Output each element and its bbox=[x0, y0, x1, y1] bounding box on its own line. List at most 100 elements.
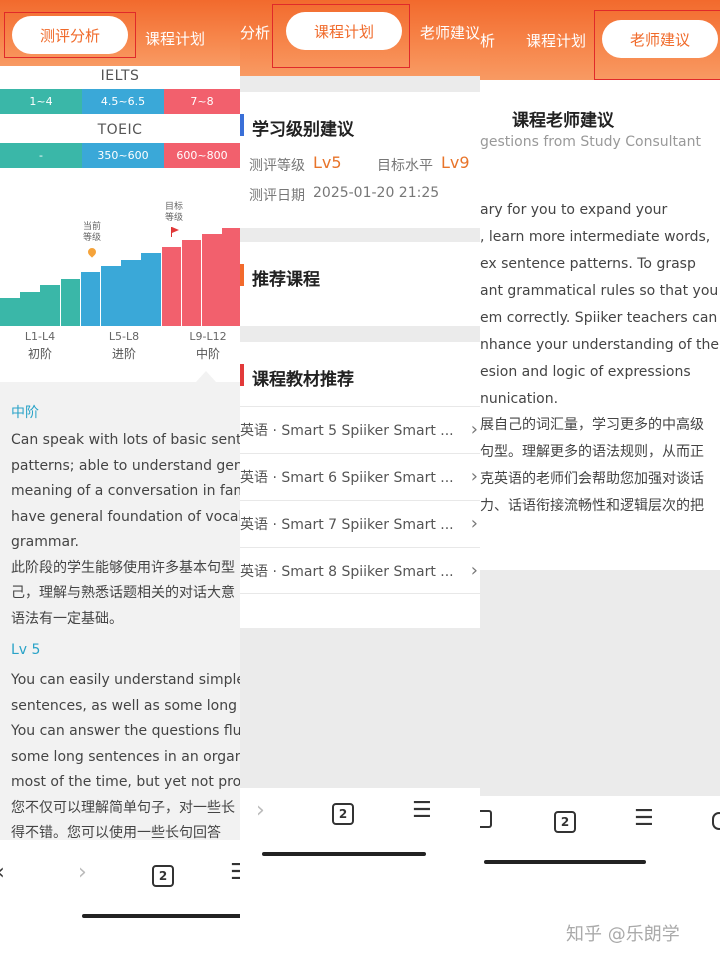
level-bar-12 bbox=[222, 227, 240, 326]
tab-course-plan[interactable]: 课程计划 bbox=[526, 30, 586, 51]
chevron-right-icon: › bbox=[470, 466, 478, 487]
level-bar-6 bbox=[101, 266, 121, 326]
description-heading-intermediate: 中阶 bbox=[11, 405, 39, 421]
advice-line: , learn more intermediate words, bbox=[480, 229, 711, 245]
ielts-title: IELTS bbox=[100, 68, 140, 84]
current-level-label: 测评等级 bbox=[249, 158, 305, 174]
advice-line: 句型。理解更多的语法规则，从而正 bbox=[480, 444, 704, 460]
highlight-box bbox=[4, 12, 136, 58]
tab-analysis[interactable]: 析 bbox=[480, 30, 495, 51]
home-indicator bbox=[82, 914, 240, 918]
teacher-advice-panel: 析 课程计划 老师建议 课程老师建议 gestions from Study C… bbox=[480, 0, 720, 960]
level-bar-3 bbox=[40, 285, 60, 326]
advice-line: ant grammatical rules so that you bbox=[480, 283, 719, 299]
tab-analysis[interactable]: 分析 bbox=[240, 22, 270, 43]
advice-line: nunication. bbox=[480, 391, 559, 407]
ielts-band-1: 1~4 bbox=[0, 89, 82, 114]
advice-line: esion and logic of expressions bbox=[480, 364, 691, 380]
header-tabs: 分析 课程计划 老师建议 bbox=[240, 0, 480, 76]
toeic-band-1: - bbox=[0, 143, 82, 168]
description-line: sentences, as well as some long s bbox=[11, 698, 240, 714]
teacher-advice-title: 课程老师建议 bbox=[512, 111, 614, 131]
more-icon[interactable] bbox=[712, 812, 720, 830]
level-bar-7 bbox=[121, 259, 141, 326]
level-bar-9 bbox=[161, 246, 182, 326]
description-line: most of the time, but yet not prof bbox=[11, 774, 240, 790]
level-bar-10 bbox=[181, 240, 202, 326]
textbook-item[interactable]: 英语 · Smart 5 Spiiker Smart ... › bbox=[240, 406, 480, 453]
level-label-2: 进阶 bbox=[111, 347, 136, 361]
toeic-bands: - 350~600 600~800 bbox=[0, 143, 240, 168]
description-line: grammar. bbox=[11, 534, 79, 550]
description-line: have general foundation of vocab bbox=[11, 509, 240, 525]
level-bar-1 bbox=[0, 298, 20, 326]
tab-teacher-advice[interactable]: 老师建议 bbox=[420, 22, 480, 43]
textbook-item[interactable]: 英语 · Smart 8 Spiiker Smart ... › bbox=[240, 547, 480, 594]
forward-icon[interactable]: › bbox=[78, 860, 87, 885]
current-pin-icon bbox=[86, 246, 98, 258]
description-line: some long sentences in an organ bbox=[11, 749, 240, 765]
description-line: 语法有一定基础。 bbox=[11, 611, 123, 627]
level-range-3: L9-L12 bbox=[189, 330, 227, 343]
level-chart: 当前 等级 目标 等级 bbox=[0, 180, 240, 326]
advice-line: 展自己的词汇量，学习更多的中高级 bbox=[480, 417, 704, 433]
textbook-title: 课程教材推荐 bbox=[252, 370, 354, 390]
highlight-box bbox=[272, 4, 410, 68]
description-heading-level: Lv 5 bbox=[11, 642, 41, 658]
current-level-value: Lv5 bbox=[313, 153, 342, 172]
level-suggestion-title: 学习级别建议 bbox=[252, 120, 354, 140]
recommended-course-card: 推荐课程 bbox=[240, 242, 480, 326]
assessment-panel: 测评分析 课程计划 IELTS 1~4 4.5~6.5 7~8 TOEIC - … bbox=[0, 0, 240, 960]
back-icon[interactable]: ‹ bbox=[0, 860, 5, 885]
menu-icon[interactable]: ☰ bbox=[230, 860, 240, 885]
description-line: 您不仅可以理解简单句子，对一些长 bbox=[11, 800, 235, 816]
chevron-right-icon: › bbox=[470, 513, 478, 534]
bookmark-icon[interactable] bbox=[480, 810, 492, 828]
course-plan-panel: 分析 课程计划 老师建议 学习级别建议 测评等级 Lv5 目标水平 Lv9 测评… bbox=[240, 0, 480, 960]
textbook-item[interactable]: 英语 · Smart 6 Spiiker Smart ... › bbox=[240, 453, 480, 500]
tab-count-icon[interactable]: 2 bbox=[554, 811, 576, 833]
description-line: 此阶段的学生能够使用许多基本句型 bbox=[11, 560, 235, 576]
ielts-band-3: 7~8 bbox=[164, 89, 240, 114]
level-bar-8 bbox=[141, 253, 161, 326]
level-label-3: 中阶 bbox=[195, 347, 220, 361]
assessment-date-label: 测评日期 bbox=[249, 188, 305, 204]
ielts-band-2: 4.5~6.5 bbox=[82, 89, 164, 114]
teacher-advice-subtitle: gestions from Study Consultant bbox=[480, 134, 701, 150]
level-label-1: 初阶 bbox=[27, 347, 52, 361]
description-line: meaning of a conversation in fam bbox=[11, 483, 240, 499]
textbook-item[interactable]: 英语 · Smart 7 Spiiker Smart ... › bbox=[240, 500, 480, 547]
level-bar-4 bbox=[60, 278, 81, 326]
watermark: 知乎 @乐朗学 bbox=[566, 924, 680, 945]
assessment-date-value: 2025-01-20 21:25 bbox=[313, 185, 440, 201]
level-range-1: L1-L4 bbox=[24, 330, 56, 343]
menu-icon[interactable]: ☰ bbox=[412, 798, 432, 823]
description-line: Can speak with lots of basic sente bbox=[11, 432, 240, 448]
tab-count-icon[interactable]: 2 bbox=[332, 803, 354, 825]
level-bar-2 bbox=[20, 291, 40, 326]
description-line: You can easily understand simple bbox=[11, 672, 240, 688]
current-level-marker: 当前 等级 bbox=[82, 222, 101, 243]
advice-line: 克英语的老师们会帮助您加强对谈话 bbox=[480, 471, 704, 487]
target-level-marker: 目标 等级 bbox=[164, 202, 183, 223]
home-indicator bbox=[484, 860, 646, 864]
menu-icon[interactable]: ☰ bbox=[634, 806, 654, 831]
recommended-course-title: 推荐课程 bbox=[252, 270, 320, 290]
toeic-title: TOEIC bbox=[97, 122, 143, 138]
tab-course-plan[interactable]: 课程计划 bbox=[145, 28, 205, 49]
advice-line: 力、话语衔接流畅性和逻辑层次的把 bbox=[480, 498, 704, 514]
level-description: 中阶 Can speak with lots of basic sente pa… bbox=[0, 382, 240, 840]
description-line: You can answer the questions flue bbox=[11, 723, 240, 739]
advice-line: ary for you to expand your bbox=[480, 202, 668, 218]
textbook-card: 课程教材推荐 英语 · Smart 5 Spiiker Smart ... › 英… bbox=[240, 342, 480, 628]
target-level-label: 目标水平 bbox=[377, 158, 433, 174]
description-line: patterns; able to understand gene bbox=[11, 458, 240, 474]
tab-count-icon[interactable]: 2 bbox=[152, 865, 174, 887]
forward-icon[interactable]: › bbox=[256, 798, 265, 823]
target-level-value: Lv9 bbox=[441, 153, 470, 172]
header-tabs: 析 课程计划 老师建议 bbox=[480, 0, 720, 80]
level-suggestion-card: 学习级别建议 测评等级 Lv5 目标水平 Lv9 测评日期 2025-01-20… bbox=[240, 92, 480, 228]
advice-line: ex sentence patterns. To grasp bbox=[480, 256, 696, 272]
chevron-right-icon: › bbox=[470, 419, 478, 440]
description-line: 得不错。您可以使用一些长句回答 bbox=[11, 825, 221, 840]
